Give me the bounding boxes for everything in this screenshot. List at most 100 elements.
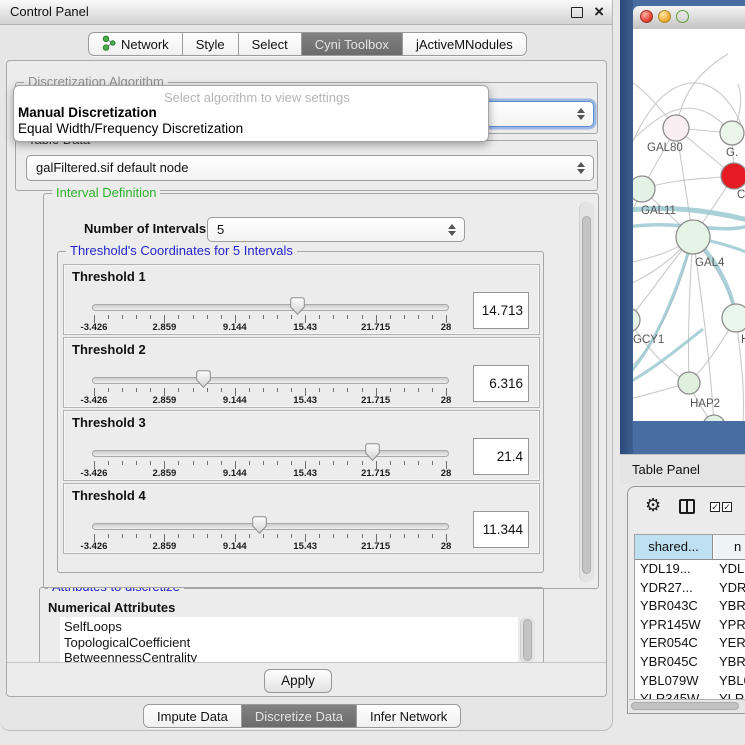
network-node[interactable] <box>703 415 725 421</box>
network-node-gcy1[interactable] <box>633 308 640 332</box>
slider-track[interactable] <box>92 377 449 384</box>
tick-label: 2.859 <box>140 468 188 479</box>
table-cell-shared-name[interactable]: YBL079W <box>635 672 714 691</box>
tab-style[interactable]: Style <box>183 32 239 56</box>
threshold-panel: Threshold 1-3.4262.8599.14415.4321.71528 <box>63 264 540 335</box>
table-cell-shared-name[interactable]: YDL19... <box>635 560 714 579</box>
tab-impute-data[interactable]: Impute Data <box>143 704 242 728</box>
tick-mark <box>249 534 250 538</box>
close-icon[interactable]: × <box>594 1 604 23</box>
node-table: shared... n YDL19...YDL1YDR27...YDR2YBR0… <box>634 534 745 700</box>
column-header-shared-name[interactable]: shared... <box>635 535 713 559</box>
table-row[interactable]: YBR045CYBR0 <box>635 653 745 672</box>
table-hscrollbar-thumb[interactable] <box>631 702 739 710</box>
network-node-gal11[interactable] <box>633 176 655 202</box>
network-node-hap2[interactable] <box>678 372 700 394</box>
number-of-intervals-combobox[interactable]: 5 <box>207 217 465 242</box>
network-node-gal80[interactable] <box>663 115 689 141</box>
float-window-icon[interactable] <box>571 7 583 18</box>
gear-icon[interactable]: ⚙ <box>645 495 661 516</box>
threshold-value-field[interactable] <box>473 511 529 548</box>
network-canvas[interactable]: GAL80G.CGAL11GAL4GCY1HHAP2 <box>633 29 745 421</box>
tick-mark <box>291 388 292 392</box>
slider-track[interactable] <box>92 523 449 530</box>
tick-mark <box>319 388 320 392</box>
attribute-list-item[interactable]: SelfLoops <box>60 619 518 635</box>
tick-label: 21.715 <box>352 468 400 479</box>
interval-scrollbar-thumb[interactable] <box>582 216 591 574</box>
table-row[interactable]: YPR145WYPR1 <box>635 616 745 635</box>
bottom-tab-bar: Impute DataDiscretize DataInfer Network <box>143 704 461 728</box>
threshold-value-field[interactable] <box>473 292 529 329</box>
table-cell-shared-name[interactable]: YBR045C <box>635 653 714 672</box>
attribute-list-item[interactable]: TopologicalCoefficient <box>60 635 518 651</box>
table-cell-shared-name[interactable]: YLR345W <box>635 690 714 699</box>
table-cell-name[interactable]: YBR0 <box>714 653 745 672</box>
attributes-scrollbar[interactable] <box>520 617 535 663</box>
slider-track[interactable] <box>92 304 449 311</box>
table-data-combobox[interactable]: galFiltered.sif default node <box>26 155 594 181</box>
table-cell-name[interactable]: YBR0 <box>714 597 745 616</box>
threshold-label: Threshold 1 <box>72 269 146 284</box>
table-row[interactable]: YBR043CYBR0 <box>635 597 745 616</box>
network-node-h[interactable] <box>722 304 745 332</box>
table-row[interactable]: YBL079WYBL0 <box>635 672 745 691</box>
table-cell-shared-name[interactable]: YDR27... <box>635 579 714 598</box>
numerical-attributes-list[interactable]: SelfLoopsTopologicalCoefficientBetweenne… <box>60 617 518 663</box>
interval-scrollbar[interactable] <box>579 202 594 582</box>
tick-label: -3.426 <box>70 322 118 333</box>
network-node-gal4[interactable] <box>676 220 710 254</box>
slider-thumb[interactable] <box>290 297 305 315</box>
table-row[interactable]: YLR345WYLR3 <box>635 690 745 699</box>
tick-mark <box>418 534 419 538</box>
table-cell-shared-name[interactable]: YER054C <box>635 634 714 653</box>
algorithm-option-equal-width[interactable]: Equal Width/Frequency Discretization <box>18 121 243 136</box>
tab-select[interactable]: Select <box>239 32 302 56</box>
tick-mark <box>122 388 123 392</box>
table-cell-name[interactable]: YDL1 <box>714 560 745 579</box>
table-cell-shared-name[interactable]: YBR043C <box>635 597 714 616</box>
tab-network[interactable]: Network <box>88 32 183 56</box>
numerical-attributes-heading: Numerical Attributes <box>48 600 175 615</box>
tab-jactivemnodules[interactable]: jActiveMNodules <box>403 32 527 56</box>
table-cell-name[interactable]: YDR2 <box>714 579 745 598</box>
mac-close-button[interactable] <box>640 10 653 23</box>
tick-label: 2.859 <box>140 395 188 406</box>
tab-infer-network[interactable]: Infer Network <box>357 704 461 728</box>
interval-definition-group: Interval Definition Number of Intervals … <box>43 193 599 589</box>
tab-discretize-data[interactable]: Discretize Data <box>242 704 357 728</box>
tab-cyni-toolbox[interactable]: Cyni Toolbox <box>302 32 403 56</box>
tick-mark <box>333 461 334 465</box>
network-node-g[interactable] <box>720 121 744 145</box>
table-hscrollbar[interactable] <box>629 699 745 713</box>
column-check-icon[interactable]: ✓ <box>710 502 720 512</box>
table-row[interactable]: YDR27...YDR2 <box>635 579 745 598</box>
column-header-name[interactable]: n <box>714 535 745 559</box>
tick-mark <box>207 388 208 392</box>
slider-thumb[interactable] <box>252 516 267 534</box>
tab-label: jActiveMNodules <box>416 37 513 52</box>
table-row[interactable]: YDL19...YDL1 <box>635 560 745 579</box>
threshold-value-field[interactable] <box>473 365 529 402</box>
table-cell-shared-name[interactable]: YPR145W <box>635 616 714 635</box>
column-check-icon[interactable]: ✓ <box>722 502 732 512</box>
slider-thumb[interactable] <box>365 443 380 461</box>
table-row[interactable]: YER054CYER0 <box>635 634 745 653</box>
split-view-icon[interactable] <box>679 499 695 514</box>
apply-button[interactable]: Apply <box>264 669 332 693</box>
network-window-titlebar[interactable] <box>633 6 745 30</box>
table-cell-name[interactable]: YBL0 <box>714 672 745 691</box>
mac-minimize-button[interactable] <box>658 10 671 23</box>
table-cell-name[interactable]: YPR1 <box>714 616 745 635</box>
network-graph[interactable]: GAL80G.CGAL11GAL4GCY1HHAP2 <box>633 29 745 421</box>
table-cell-name[interactable]: YER0 <box>714 634 745 653</box>
tick-mark <box>319 534 320 538</box>
threshold-value-field[interactable] <box>473 438 529 475</box>
slider-track[interactable] <box>92 450 449 457</box>
network-node-c[interactable] <box>721 163 745 189</box>
slider-thumb[interactable] <box>196 370 211 388</box>
table-cell-name[interactable]: YLR3 <box>714 690 745 699</box>
mac-zoom-button[interactable] <box>676 10 689 23</box>
algorithm-option-manual[interactable]: Manual Discretization <box>18 105 157 120</box>
attributes-scrollbar-thumb[interactable] <box>523 619 532 661</box>
